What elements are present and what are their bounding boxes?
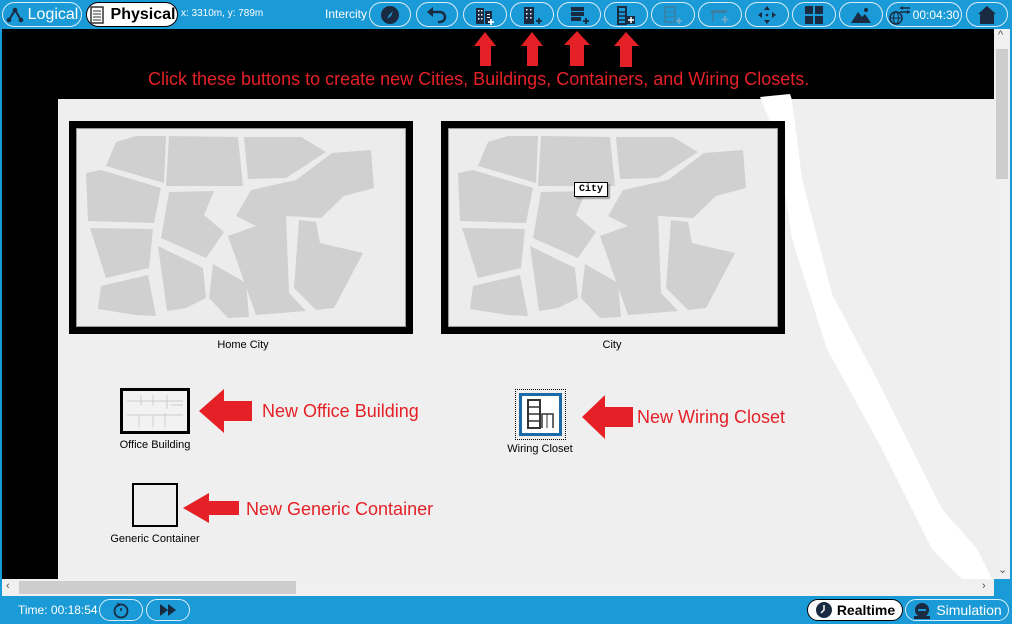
horizontal-scrollbar[interactable]: ‹ ›	[2, 579, 994, 596]
home-city-label: Home City	[217, 339, 269, 351]
compass-icon	[381, 5, 399, 24]
new-building-icon	[524, 6, 542, 24]
home-icon	[978, 5, 996, 24]
new-wiring-closet-icon	[617, 5, 635, 25]
cursor-coordinates: x: 3310m, y: 789m	[181, 8, 264, 19]
new-city-icon	[476, 7, 494, 25]
new-table-icon	[711, 9, 729, 23]
arrow-up-icon	[564, 31, 590, 66]
office-floorplan-icon	[127, 395, 183, 427]
new-building-button[interactable]	[510, 2, 554, 27]
landscape-image-icon	[851, 7, 871, 23]
back-arrow-icon	[427, 6, 447, 23]
new-rack-icon	[664, 5, 682, 24]
city-map-icon	[458, 136, 746, 318]
reset-clock-icon	[113, 603, 129, 619]
scroll-up-icon[interactable]: ^	[998, 29, 1003, 41]
simulation-label: Simulation	[936, 602, 1002, 618]
grid-icon	[805, 5, 823, 24]
simulation-mode-button[interactable]: Simulation	[905, 599, 1009, 621]
wiring-closet-label: Wiring Closet	[507, 443, 573, 455]
network-timer-button[interactable]: 00:04:30	[886, 2, 962, 27]
globe-transfer-icon	[888, 5, 910, 25]
logical-tab-label: Logical	[27, 5, 79, 23]
move-object-button[interactable]	[745, 2, 789, 27]
arrow-up-icon	[474, 32, 496, 66]
fast-forward-button[interactable]	[146, 599, 190, 621]
new-rack-button[interactable]	[651, 2, 695, 27]
navigation-button[interactable]	[369, 2, 411, 27]
grid-button[interactable]	[792, 2, 836, 27]
new-container-icon	[571, 6, 589, 24]
city-container[interactable]	[441, 121, 785, 334]
simulation-time: Time: 00:18:54	[18, 603, 98, 617]
background-image-button[interactable]	[839, 2, 883, 27]
back-button[interactable]	[416, 2, 458, 27]
scroll-right-icon[interactable]: ›	[982, 580, 986, 592]
packet-tracer-window: Logical Physical x: 3310m, y: 789m Inter…	[0, 0, 1012, 624]
generic-container-label: Generic Container	[110, 533, 200, 545]
physical-tab[interactable]: Physical	[86, 2, 178, 27]
clock-icon	[815, 602, 832, 618]
stopwatch-icon	[914, 603, 931, 619]
office-building-object[interactable]	[120, 388, 190, 434]
generic-container-object[interactable]	[132, 483, 178, 527]
network-timer: 00:04:30	[912, 7, 960, 22]
arrow-left-icon	[582, 395, 633, 439]
power-cycle-button[interactable]	[99, 599, 143, 621]
move-icon	[758, 5, 776, 24]
physical-tab-label: Physical	[110, 5, 176, 23]
wiring-closet-object[interactable]	[515, 389, 566, 440]
hint-arrows-up	[474, 31, 639, 67]
arrow-left-icon	[183, 493, 239, 523]
arrow-left-icon	[199, 389, 252, 433]
city-tooltip: City	[574, 182, 609, 197]
top-toolbar: Logical Physical x: 3310m, y: 789m Inter…	[0, 0, 1012, 29]
office-building-hint: New Office Building	[262, 401, 419, 421]
new-wiring-closet-button[interactable]	[604, 2, 648, 27]
logical-tab[interactable]: Logical	[2, 2, 82, 27]
city-map-icon	[86, 136, 374, 318]
home-city-container[interactable]	[69, 121, 413, 334]
wiring-closet-hint: New Wiring Closet	[637, 407, 786, 427]
intercity-label: Intercity	[325, 7, 368, 21]
home-button[interactable]	[966, 2, 1008, 27]
physical-workspace-canvas[interactable]: Click these buttons to create new Cities…	[2, 29, 994, 579]
arrow-up-icon	[614, 32, 639, 67]
office-building-label: Office Building	[119, 439, 191, 451]
new-city-button[interactable]	[463, 2, 507, 27]
horizontal-scroll-thumb[interactable]	[19, 581, 296, 594]
city-label: City	[602, 339, 622, 351]
scroll-left-icon[interactable]: ‹	[6, 580, 10, 592]
toolbar-hint-text: Click these buttons to create new Cities…	[148, 69, 810, 89]
new-table-button[interactable]	[698, 2, 742, 27]
vertical-scrollbar[interactable]: ^ ⌄	[994, 29, 1010, 579]
scroll-down-icon[interactable]: ⌄	[998, 563, 1007, 576]
logical-topology-icon	[6, 7, 23, 22]
realtime-mode-button[interactable]: Realtime	[807, 599, 903, 621]
generic-container-hint: New Generic Container	[246, 499, 434, 519]
fast-forward-icon	[160, 604, 176, 616]
bottom-toolbar: Time: 00:18:54 Realtime Simulation	[0, 597, 1012, 624]
wiring-closet-icon	[527, 399, 554, 429]
physical-rack-icon	[89, 5, 104, 24]
vertical-scroll-thumb[interactable]	[996, 49, 1008, 179]
new-generic-container-button[interactable]	[557, 2, 601, 27]
realtime-label: Realtime	[836, 602, 896, 618]
arrow-up-icon	[521, 32, 543, 66]
